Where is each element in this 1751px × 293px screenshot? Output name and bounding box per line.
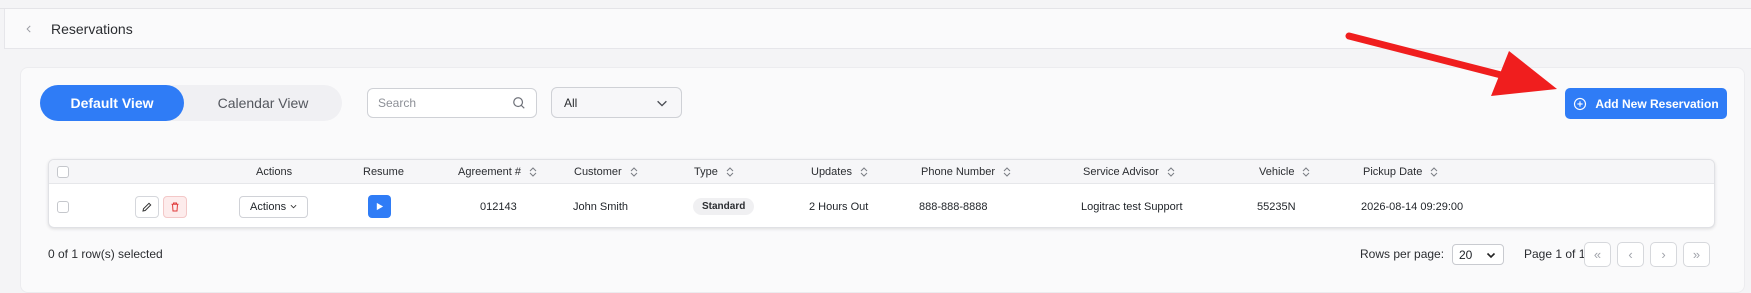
next-page-button[interactable]: › [1650,242,1677,267]
rows-per-page-value: 20 [1459,247,1473,262]
header-pickup-label: Pickup Date [1363,165,1423,178]
last-page-button[interactable]: » [1683,242,1710,267]
page-info: Page 1 of 1 [1524,247,1586,261]
sort-icon [529,166,537,177]
row-actions-cell: Actions [239,184,309,227]
cell-agreement: 012143 [480,200,517,213]
chevron-left-icon[interactable] [21,21,37,37]
header-advisor-label: Service Advisor [1083,165,1159,178]
rows-per-page-select[interactable]: 20 [1452,244,1504,265]
cell-advisor: Logitrac test Support [1081,200,1183,213]
row-select-cell [57,184,69,227]
previous-page-button[interactable]: ‹ [1617,242,1644,267]
header-vehicle-label: Vehicle [1259,165,1295,178]
header-resume: Resume [363,165,404,178]
chevron-down-icon [655,96,669,110]
add-new-reservation-button[interactable]: Add New Reservation [1565,88,1727,119]
cell-vehicle: 55235N [1257,200,1296,213]
chevron-down-icon [290,204,297,209]
type-badge: Standard [693,198,755,215]
cell-customer: John Smith [573,200,629,213]
filter-select[interactable]: All [551,87,682,118]
sort-icon [1167,166,1175,177]
header-customer-label: Customer [574,165,622,178]
sort-icon [860,166,868,177]
row-icon-actions [135,184,187,227]
cell-phone: 888-888-8888 [919,200,988,213]
resume-button[interactable] [368,195,391,218]
row-checkbox[interactable] [57,200,69,213]
sort-icon [630,166,638,177]
header-actions: Actions [256,165,293,178]
first-page-button[interactable]: « [1584,242,1611,267]
header-vehicle[interactable]: Vehicle [1259,160,1310,183]
rows-per-page-label: Rows per page: [1360,247,1445,261]
row-resume-cell [368,184,391,227]
sort-icon [1303,166,1310,177]
cell-type: Standard [693,184,755,227]
cell-updates: 2 Hours Out [809,200,869,213]
plus-circle-icon [1573,97,1587,111]
red-arrow-annotation [1345,32,1557,96]
play-icon [376,202,384,211]
header-agreement-label: Agreement # [458,165,521,178]
select-all-checkbox[interactable] [57,165,69,178]
header-customer[interactable]: Customer [574,160,638,183]
view-toggle: Default View Calendar View [40,85,342,121]
actions-dropdown-label: Actions [250,200,287,213]
header-pickup[interactable]: Pickup Date [1363,160,1438,183]
edit-button[interactable] [135,195,159,218]
selection-count: 0 of 1 row(s) selected [48,247,163,261]
header-phone-label: Phone Number [921,165,995,178]
search-icon[interactable] [512,96,526,110]
cell-pickup: 2026-08-14 09:29:00 [1361,200,1464,213]
default-view-button[interactable]: Default View [40,85,184,121]
header-type-label: Type [694,165,718,178]
pencil-icon [142,202,152,212]
page-title: Reservations [51,20,133,37]
header-updates-label: Updates [811,165,852,178]
reservations-table: Actions Resume Agreement # Customer Type… [48,159,1715,228]
search-input[interactable] [378,96,508,110]
table-header-row: Actions Resume Agreement # Customer Type… [49,160,1714,184]
trash-icon [171,202,179,211]
sort-icon [726,166,734,177]
table-row: Actions 012143 John Smith Standard 2 Hou… [49,184,1714,227]
header-agreement[interactable]: Agreement # [458,160,537,183]
calendar-view-button[interactable]: Calendar View [184,85,342,121]
select-all-cell [57,160,69,183]
sort-icon [1430,166,1438,177]
actions-dropdown[interactable]: Actions [239,195,309,218]
header-advisor[interactable]: Service Advisor [1083,160,1175,183]
add-new-reservation-label: Add New Reservation [1595,96,1719,111]
chevron-down-icon [1485,249,1497,261]
delete-button[interactable] [163,195,187,218]
header-phone[interactable]: Phone Number [921,160,1011,183]
search-box [367,88,537,118]
filter-selected-value: All [564,95,578,110]
header-type[interactable]: Type [694,160,734,183]
sort-icon [1003,166,1011,177]
header-updates[interactable]: Updates [811,160,868,183]
